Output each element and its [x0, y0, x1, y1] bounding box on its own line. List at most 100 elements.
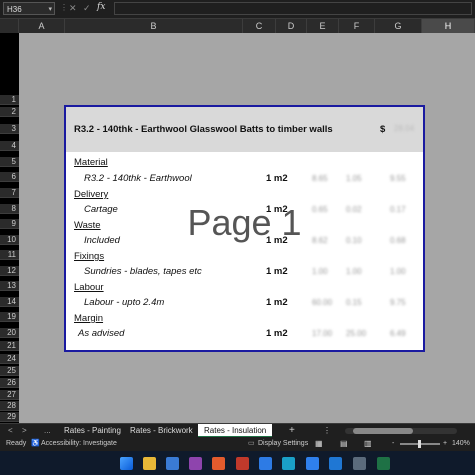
row-header[interactable]: 5 [0, 157, 19, 167]
row-header[interactable]: 11 [0, 250, 19, 260]
value-2: 1.00 [346, 267, 362, 276]
accessibility-status[interactable]: Accessibility: Investigate [41, 437, 117, 451]
edge-icon[interactable] [259, 457, 272, 470]
display-settings-button[interactable]: Display Settings [258, 437, 308, 451]
row-header[interactable]: 3 [0, 124, 19, 134]
page-layout-view-icon[interactable]: ▤ [340, 437, 348, 451]
item-fixings: Sundries - blades, tapes etc [84, 266, 202, 277]
row-header[interactable]: 27 [0, 390, 19, 400]
row-header[interactable]: 26 [0, 378, 19, 388]
zoom-level[interactable]: 140% [452, 437, 470, 451]
row-header[interactable]: 29 [0, 412, 19, 422]
zoom-out-button[interactable]: - [392, 437, 394, 451]
column-header-f[interactable]: F [339, 19, 375, 33]
currency-symbol: $ [380, 124, 386, 135]
section-header-material: Material [74, 157, 108, 168]
value-2: 25.00 [346, 329, 367, 338]
row-header[interactable]: 14 [0, 297, 19, 307]
app-icon[interactable] [166, 457, 179, 470]
name-box[interactable]: H36 ▾ [3, 2, 55, 15]
app-icon[interactable] [236, 457, 249, 470]
insert-function-icon[interactable]: fx [97, 2, 105, 12]
column-header-c[interactable]: C [243, 19, 276, 33]
sheet-options-icon[interactable]: ⋮ [323, 424, 331, 438]
section-header-margin: Margin [74, 313, 104, 324]
tab-rates-painting[interactable]: Rates - Painting [58, 424, 127, 438]
normal-view-icon[interactable]: ▦ [315, 437, 323, 451]
display-settings-icon: ▭ [248, 440, 255, 447]
value-1: 60.00 [312, 298, 333, 307]
row-header[interactable]: 4 [0, 141, 19, 151]
formula-bar: H36 ▾ ⋮ ✕ ✓ fx [0, 0, 475, 19]
row-header[interactable]: 1 [0, 95, 19, 105]
sheet-tab-bar: < > ... Rates - Painting Rates - Brickwo… [0, 423, 475, 438]
status-ready: Ready [6, 440, 27, 447]
row-header[interactable]: 6 [0, 172, 19, 182]
row-header[interactable]: 21 [0, 341, 19, 351]
row-header[interactable]: 28 [0, 401, 19, 411]
zoom-slider-thumb[interactable] [418, 440, 421, 448]
status-bar: Ready ♿ Accessibility: Investigate ▭ Dis… [0, 437, 475, 451]
search-app-icon[interactable] [282, 457, 295, 470]
row-header[interactable]: 20 [0, 328, 19, 338]
chevron-left-icon[interactable]: < [8, 424, 13, 438]
row-header[interactable]: 25 [0, 366, 19, 376]
row-header[interactable]: 19 [0, 312, 19, 322]
windows-start-icon[interactable] [120, 457, 133, 470]
taskbar [0, 451, 475, 475]
value-3: 9.55 [390, 174, 406, 183]
scrollbar-thumb[interactable] [353, 428, 413, 434]
value-1: 17.00 [312, 329, 333, 338]
value-2: 0.15 [346, 298, 362, 307]
browser-icon[interactable] [212, 457, 225, 470]
horizontal-scrollbar[interactable] [345, 428, 457, 434]
select-all-corner[interactable] [0, 19, 19, 33]
column-header-e[interactable]: E [307, 19, 339, 33]
row-header[interactable]: 2 [0, 107, 19, 117]
excel-icon[interactable] [377, 457, 390, 470]
title-row: R3.2 - 140thk - Earthwool Glasswool Batt… [66, 107, 423, 152]
accessibility-icon: ♿ [31, 440, 40, 447]
settings-icon[interactable] [306, 457, 319, 470]
file-explorer-icon[interactable] [143, 457, 156, 470]
more-vertical-icon: ⋮ [60, 3, 68, 12]
add-sheet-button[interactable]: + [289, 424, 295, 438]
section-header-fixings: Fixings [74, 251, 105, 262]
row-header[interactable]: 13 [0, 281, 19, 291]
tab-rates-insulation[interactable]: Rates - Insulation [198, 424, 273, 438]
cancel-icon[interactable]: ✕ [69, 3, 77, 14]
app-icon[interactable] [353, 457, 366, 470]
qty-margin: 1 m2 [266, 328, 288, 339]
column-header-b[interactable]: B [65, 19, 243, 33]
formula-input[interactable] [114, 2, 472, 15]
app-icon[interactable] [329, 457, 342, 470]
column-header-h[interactable]: H [422, 19, 475, 33]
name-box-value: H36 [7, 5, 22, 14]
section-header-delivery: Delivery [74, 189, 109, 200]
zoom-in-button[interactable]: + [443, 437, 447, 451]
media-icon[interactable] [189, 457, 202, 470]
item-labour: Labour - upto 2.4m [84, 297, 165, 308]
value-3: 9.75 [390, 298, 406, 307]
value-3: 1.00 [390, 267, 406, 276]
value-2: 1.05 [346, 174, 362, 183]
row-header[interactable]: 24 [0, 354, 19, 364]
column-header-d[interactable]: D [276, 19, 307, 33]
qty-material: 1 m2 [266, 173, 288, 184]
more-tabs-button[interactable]: ... [44, 424, 51, 438]
confirm-icon[interactable]: ✓ [83, 3, 91, 14]
tab-rates-brickwork[interactable]: Rates - Brickwork [124, 424, 199, 438]
row-header[interactable]: 12 [0, 266, 19, 276]
sheet-title: R3.2 - 140thk - Earthwool Glasswool Batt… [74, 124, 333, 135]
print-page-area: R3.2 - 140thk - Earthwool Glasswool Batt… [64, 105, 425, 352]
value-1: 1.00 [312, 267, 328, 276]
qty-fixings: 1 m2 [266, 266, 288, 277]
item-material: R3.2 - 140thk - Earthwool [84, 173, 192, 184]
chevron-right-icon[interactable]: > [22, 424, 27, 438]
column-header-a[interactable]: A [19, 19, 65, 33]
qty-labour: 1 m2 [266, 297, 288, 308]
column-header-g[interactable]: G [375, 19, 422, 33]
page-break-label: Page 1 [187, 202, 302, 243]
chevron-down-icon[interactable]: ▾ [48, 3, 52, 16]
page-break-view-icon[interactable]: ▥ [364, 437, 372, 451]
